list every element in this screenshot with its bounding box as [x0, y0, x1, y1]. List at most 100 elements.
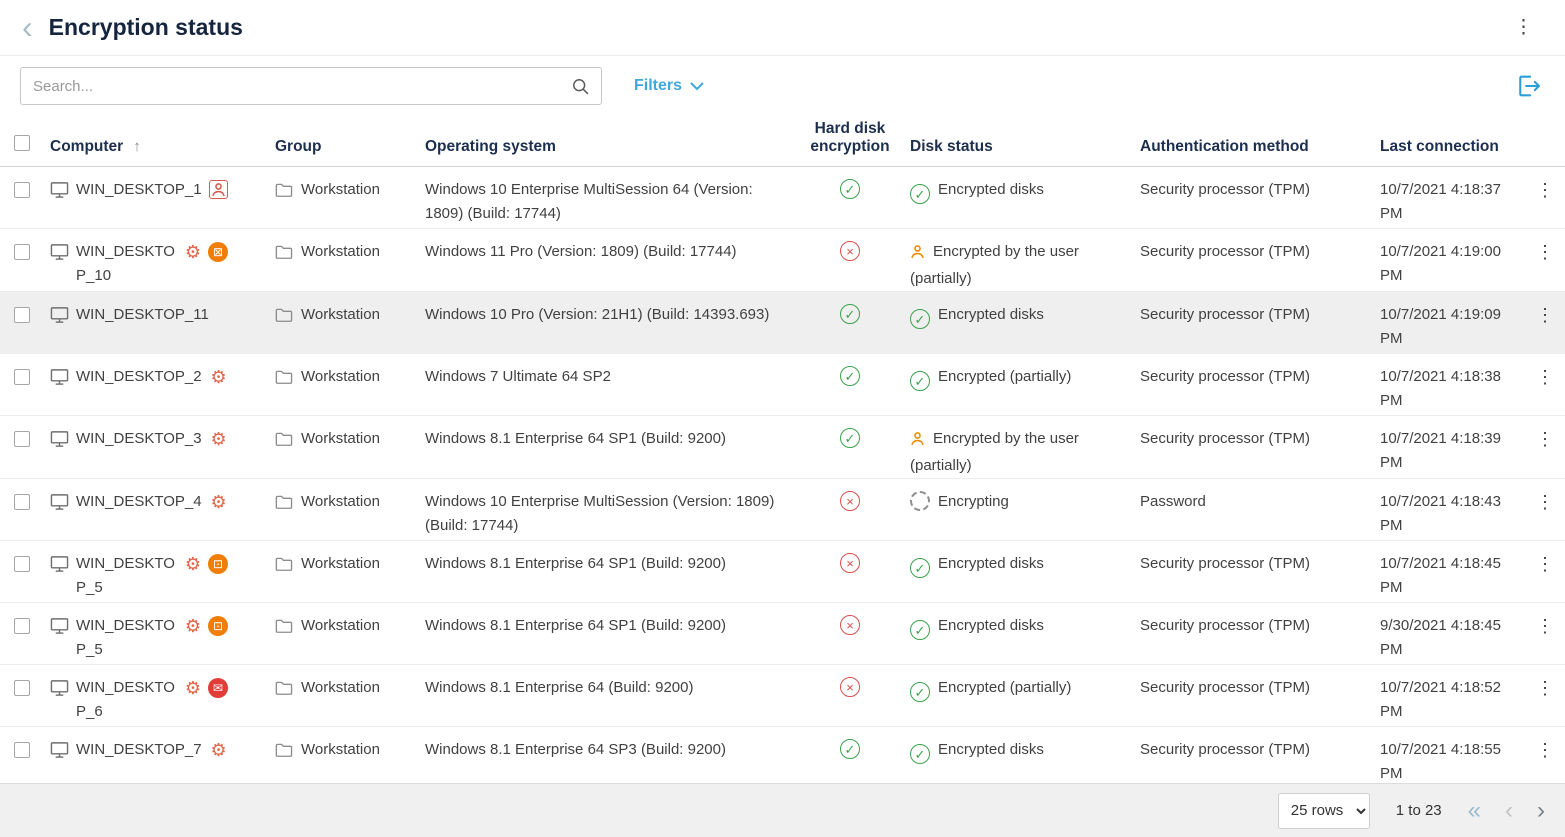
first-page-icon[interactable]: « [1468, 799, 1481, 823]
row-menu-icon[interactable]: ⋮ [1530, 740, 1560, 760]
computer-name: WIN_DESKTOP_4 [76, 490, 202, 514]
alert-red-mail-icon: ✉ [208, 678, 228, 698]
operating-system: Windows 8.1 Enterprise 64 SP3 (Build: 92… [415, 726, 800, 783]
alert-orange-box-icon: ⊡ [208, 616, 228, 636]
hde-status-icon: × [840, 615, 860, 635]
back-icon[interactable]: ‹ [22, 13, 33, 42]
col-disk-status[interactable]: Disk status [900, 116, 1130, 166]
hde-status-icon: × [840, 241, 860, 261]
rows-per-page-select[interactable]: 25 rows [1278, 793, 1370, 829]
page-title: Encryption status [49, 14, 243, 41]
disk-status-text: Encrypted disks [938, 306, 1044, 323]
folder-icon [275, 679, 293, 696]
computer-name: WIN_DESKTOP_5 [76, 614, 176, 662]
col-group[interactable]: Group [265, 116, 415, 166]
row-checkbox[interactable] [14, 556, 30, 572]
table-row[interactable]: WIN_DESKTOP_10 ⚙⊠ Workstation Windows 11… [0, 228, 1565, 291]
alert-orange-box-icon: ⊡ [208, 554, 228, 574]
row-checkbox[interactable] [14, 494, 30, 510]
row-checkbox[interactable] [14, 244, 30, 260]
table-row[interactable]: WIN_DESKTOP_4 ⚙ Workstation Windows 10 E… [0, 478, 1565, 540]
last-connection: 10/7/2021 4:18:37 PM [1370, 166, 1520, 228]
row-menu-icon[interactable]: ⋮ [1530, 554, 1560, 574]
authentication-method: Security processor (TPM) [1130, 664, 1370, 726]
row-checkbox[interactable] [14, 742, 30, 758]
authentication-method: Password [1130, 478, 1370, 540]
select-all-checkbox[interactable] [14, 135, 30, 151]
sort-asc-icon[interactable]: ↑ [133, 138, 141, 155]
user-encrypted-icon [910, 430, 925, 454]
row-menu-icon[interactable]: ⋮ [1530, 180, 1560, 200]
settings-gear-icon: ⚙ [209, 367, 229, 387]
row-checkbox[interactable] [14, 680, 30, 696]
col-computer[interactable]: Computer↑ [40, 116, 265, 166]
row-checkbox[interactable] [14, 307, 30, 323]
group-name: Workstation [301, 676, 380, 700]
pagination-bar: 25 rows 1 to 23 « ‹ › [0, 783, 1565, 837]
row-menu-icon[interactable]: ⋮ [1530, 429, 1560, 449]
hde-status-icon: × [840, 553, 860, 573]
prev-page-icon[interactable]: ‹ [1505, 799, 1513, 823]
row-checkbox[interactable] [14, 431, 30, 447]
col-authentication-method[interactable]: Authentication method [1130, 116, 1370, 166]
authentication-method: Security processor (TPM) [1130, 726, 1370, 783]
search-icon[interactable] [570, 76, 591, 97]
settings-gear-icon: ⚙ [209, 740, 229, 760]
table-row[interactable]: WIN_DESKTOP_6 ⚙✉ Workstation Windows 8.1… [0, 664, 1565, 726]
computer-badges: ⚙ [209, 429, 229, 449]
row-menu-icon[interactable]: ⋮ [1530, 305, 1560, 325]
computer-name: WIN_DESKTOP_2 [76, 365, 202, 389]
user-encrypted-icon [910, 243, 925, 267]
col-last-connection[interactable]: Last connection [1370, 116, 1520, 166]
row-checkbox[interactable] [14, 369, 30, 385]
encrypted-ok-icon: ✓ [910, 558, 930, 578]
row-menu-icon[interactable]: ⋮ [1530, 367, 1560, 387]
row-menu-icon[interactable]: ⋮ [1530, 616, 1560, 636]
authentication-method: Security processor (TPM) [1130, 353, 1370, 415]
next-page-icon[interactable]: › [1537, 799, 1545, 823]
computer-badges: ⚙⊡ [183, 554, 228, 574]
row-checkbox[interactable] [14, 618, 30, 634]
disk-status-text: Encrypted by the user (partially) [910, 243, 1079, 287]
row-menu-icon[interactable]: ⋮ [1530, 242, 1560, 262]
last-connection: 9/30/2021 4:18:45 PM [1370, 602, 1520, 664]
col-operating-system[interactable]: Operating system [415, 116, 800, 166]
table-row[interactable]: WIN_DESKTOP_5 ⚙⊡ Workstation Windows 8.1… [0, 540, 1565, 602]
computer-badges [209, 180, 228, 199]
computer-name: WIN_DESKTOP_1 [76, 178, 202, 202]
computer-icon [50, 741, 69, 759]
filters-button[interactable]: Filters [634, 77, 704, 95]
authentication-method: Security processor (TPM) [1130, 291, 1370, 353]
pager: « ‹ › [1468, 799, 1545, 823]
folder-icon [275, 555, 293, 572]
col-hard-disk-encryption[interactable]: Hard disk encryption [800, 116, 900, 166]
group-name: Workstation [301, 427, 380, 451]
encrypted-ok-icon: ✓ [910, 309, 930, 329]
row-menu-icon[interactable]: ⋮ [1530, 678, 1560, 698]
folder-icon [275, 430, 293, 447]
last-connection: 10/7/2021 4:18:38 PM [1370, 353, 1520, 415]
encrypted-ok-icon: ✓ [910, 620, 930, 640]
computers-table: Computer↑ Group Operating system Hard di… [0, 116, 1565, 783]
computer-badges: ⚙ [209, 740, 229, 760]
table-row[interactable]: WIN_DESKTOP_2 ⚙ Workstation Windows 7 Ul… [0, 353, 1565, 415]
hde-status-icon: ✓ [840, 304, 860, 324]
table-row[interactable]: WIN_DESKTOP_1 Workstation Windows 10 Ent… [0, 166, 1565, 228]
page-menu-icon[interactable]: ⋮ [1504, 12, 1543, 43]
folder-icon [275, 617, 293, 634]
disk-status-text: Encrypted disks [938, 181, 1044, 198]
computer-icon [50, 243, 69, 261]
table-row[interactable]: WIN_DESKTOP_7 ⚙ Workstation Windows 8.1 … [0, 726, 1565, 783]
table-row[interactable]: WIN_DESKTOP_3 ⚙ Workstation Windows 8.1 … [0, 415, 1565, 478]
authentication-method: Security processor (TPM) [1130, 415, 1370, 478]
table-row[interactable]: WIN_DESKTOP_5 ⚙⊡ Workstation Windows 8.1… [0, 602, 1565, 664]
computer-badges: ⚙⊡ [183, 616, 228, 636]
group-name: Workstation [301, 178, 380, 202]
row-checkbox[interactable] [14, 182, 30, 198]
table-row[interactable]: WIN_DESKTOP_11 Workstation Windows 10 Pr… [0, 291, 1565, 353]
folder-icon [275, 493, 293, 510]
row-menu-icon[interactable]: ⋮ [1530, 492, 1560, 512]
search-input[interactable] [21, 78, 570, 95]
export-icon[interactable] [1513, 70, 1545, 102]
disk-status-text: Encrypted (partially) [938, 679, 1071, 696]
